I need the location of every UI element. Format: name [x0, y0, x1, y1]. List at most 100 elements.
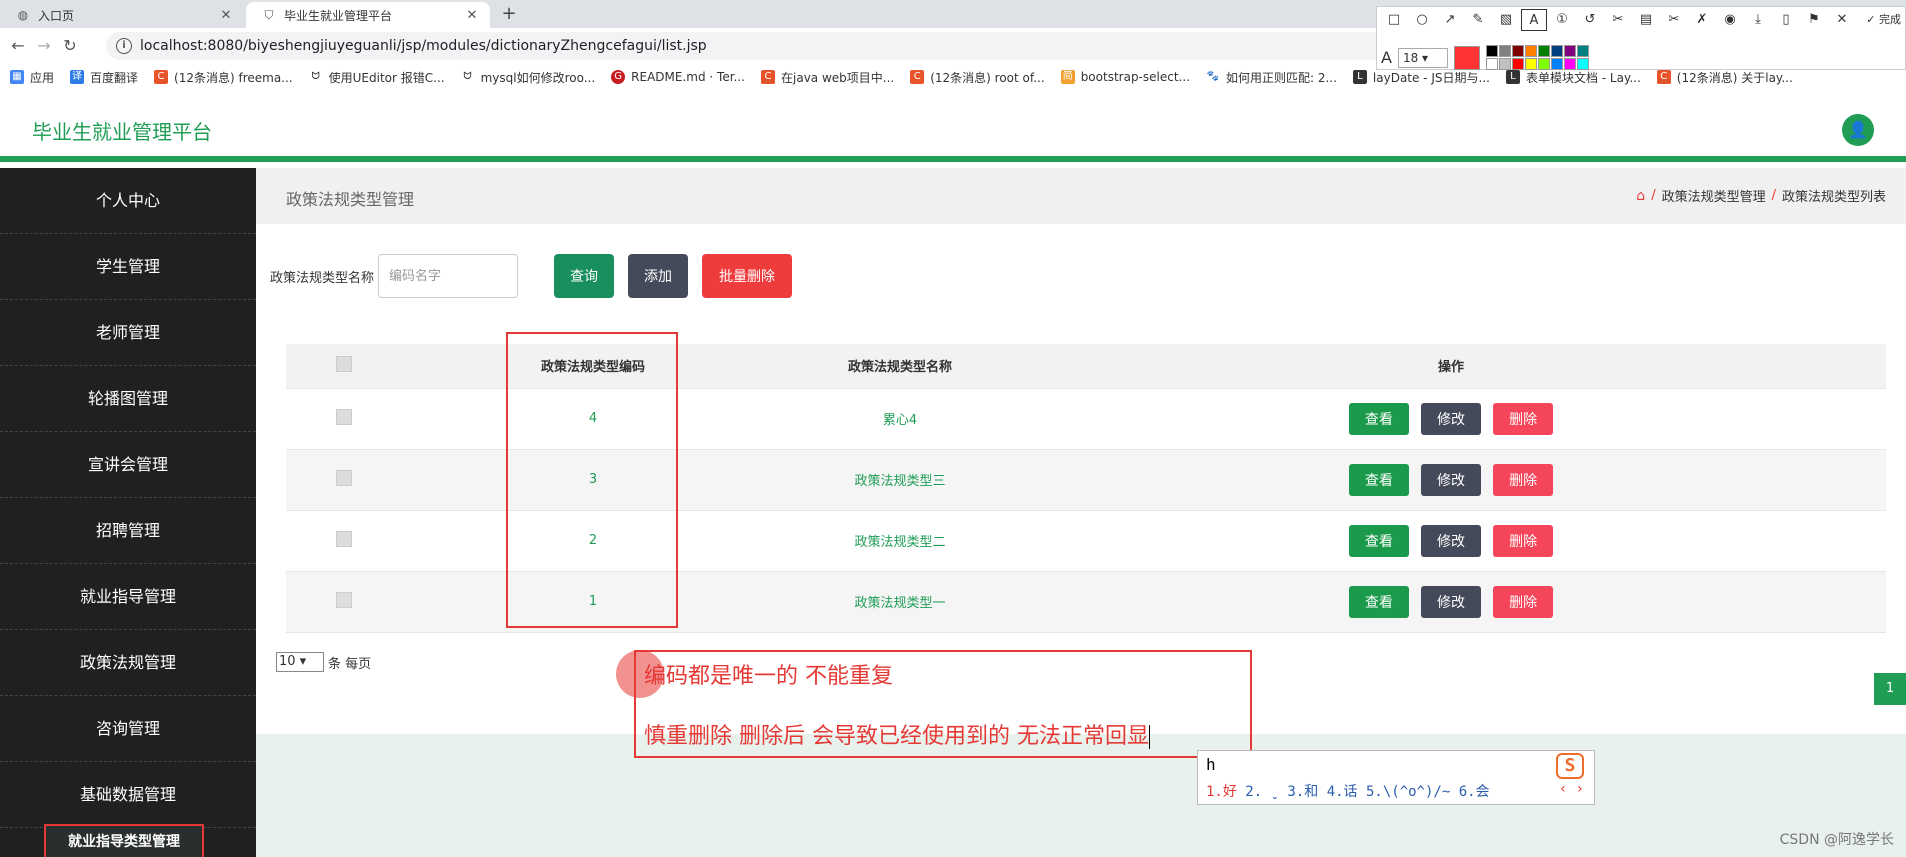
ime-other-candidates[interactable]: 2. ˬ 3.和 4.话 5.\(^o^)/~ 6.会 [1245, 784, 1489, 800]
reload-icon[interactable]: ↻ [60, 36, 80, 56]
download-icon[interactable]: ⤓ [1745, 9, 1771, 31]
color-swatch[interactable] [1485, 45, 1498, 57]
sidebar-item-consultation[interactable]: 咨询管理 [0, 696, 256, 762]
color-swatch[interactable] [1498, 45, 1511, 57]
number-tool-icon[interactable]: ① [1549, 9, 1575, 31]
sidebar-item-teachers[interactable]: 老师管理 [0, 300, 256, 366]
sidebar-item-personal-center[interactable]: 个人中心 [0, 168, 256, 234]
bookmark-item[interactable]: C (12条消息) freema... [154, 69, 293, 86]
bookmark-item[interactable]: 译百度翻译 [70, 69, 138, 86]
mosaic-tool-icon[interactable]: ▧ [1493, 9, 1519, 31]
row-checkbox[interactable] [336, 530, 352, 547]
bookmark-item[interactable]: ᗢ mysql如何修改roo... [460, 69, 595, 86]
back-icon[interactable]: ← [8, 36, 28, 56]
color-swatch[interactable] [1537, 45, 1550, 57]
color-swatch[interactable] [1563, 58, 1576, 70]
url-text[interactable]: localhost:8080/biyeshengjiuyeguanli/jsp/… [140, 32, 707, 60]
color-swatch[interactable] [1563, 45, 1576, 57]
color-swatch[interactable] [1524, 58, 1537, 70]
new-tab-button[interactable]: + [496, 2, 522, 26]
bookmark-item[interactable]: 简 bootstrap-select... [1060, 70, 1190, 84]
color-swatch[interactable] [1550, 58, 1563, 70]
bookmark-item[interactable]: G README.md · Ter... [611, 70, 745, 84]
color-swatch[interactable] [1511, 45, 1524, 57]
rectangle-tool-icon[interactable]: □ [1381, 9, 1407, 31]
bookmark-item[interactable]: L 表单模块文档 - Lay... [1505, 69, 1641, 86]
delete-button[interactable]: 删除 [1493, 524, 1554, 557]
arrow-tool-icon[interactable]: ↗ [1437, 9, 1463, 31]
phone-icon[interactable]: ▯ [1773, 9, 1799, 31]
sidebar-item-policies[interactable]: 政策法规管理 [0, 630, 256, 696]
sidebar-subitem-guidance-types[interactable]: 就业指导类型管理 [44, 824, 204, 857]
edit-button[interactable]: 修改 [1421, 402, 1481, 435]
delete-button[interactable]: 删除 [1493, 585, 1554, 618]
row-checkbox[interactable] [336, 591, 352, 608]
current-color-swatch[interactable] [1453, 45, 1480, 70]
color-swatch[interactable] [1550, 45, 1563, 57]
delete-button[interactable]: 删除 [1493, 402, 1554, 435]
tab-platform[interactable]: ⛉ 毕业生就业管理平台 ✕ [246, 2, 490, 28]
undo-icon[interactable]: ↺ [1577, 9, 1603, 31]
view-button[interactable]: 查看 [1348, 524, 1409, 557]
info-icon[interactable]: i [116, 38, 132, 54]
bookmark-item[interactable]: 🐾 如何用正则匹配: 2... [1205, 69, 1337, 86]
color-swatch[interactable] [1485, 58, 1498, 70]
ime-page-arrows[interactable]: ‹ › [1559, 781, 1584, 797]
close-icon[interactable]: ✕ [464, 8, 480, 23]
color-swatch[interactable] [1537, 58, 1550, 70]
color-swatch[interactable] [1524, 45, 1537, 57]
ime-first-candidate[interactable]: 1.好 [1206, 784, 1237, 800]
color-swatch[interactable] [1511, 58, 1524, 70]
sidebar-item-carousel[interactable]: 轮播图管理 [0, 366, 256, 432]
color-swatch[interactable] [1498, 58, 1511, 70]
view-button[interactable]: 查看 [1348, 402, 1409, 435]
select-all-checkbox[interactable] [336, 355, 352, 372]
bookmark-item[interactable]: ᗢ 使用UEditor 报错C... [308, 69, 445, 86]
search-button[interactable]: 查询 [554, 254, 615, 298]
pin-icon[interactable]: ✗ [1689, 9, 1715, 31]
bulk-delete-button[interactable]: 批量删除 [702, 254, 793, 298]
bookmark-item[interactable]: C (12条消息) 关于lay... [1656, 69, 1793, 86]
crop-tool-icon[interactable]: ✂ [1605, 9, 1631, 31]
add-button[interactable]: 添加 [628, 254, 689, 298]
font-size-select[interactable]: 18 ▾ [1397, 47, 1448, 68]
search-input[interactable] [378, 254, 519, 298]
bookmark-item[interactable]: C (12条消息) root of... [910, 69, 1045, 86]
view-button[interactable]: 查看 [1348, 463, 1409, 496]
home-icon[interactable]: ⌂ [1636, 188, 1645, 204]
view-button[interactable]: 查看 [1348, 585, 1409, 618]
close-icon[interactable]: ✕ [1829, 9, 1855, 31]
sidebar-item-base-data[interactable]: 基础数据管理 [0, 762, 256, 828]
bookmark-item[interactable]: C 在java web项目中... [761, 69, 894, 86]
delete-button[interactable]: 删除 [1493, 463, 1554, 496]
row-checkbox[interactable] [336, 408, 352, 425]
color-swatch[interactable] [1576, 45, 1589, 57]
sidebar-item-career-guidance[interactable]: 就业指导管理 [0, 564, 256, 630]
edit-button[interactable]: 修改 [1421, 463, 1481, 496]
page-size-select[interactable]: 10 ▾ [276, 652, 324, 672]
user-icon[interactable]: 👤 [1842, 114, 1874, 146]
row-checkbox[interactable] [336, 469, 352, 486]
sidebar-item-recruitment[interactable]: 招聘管理 [0, 498, 256, 564]
record-icon[interactable]: ◉ [1717, 9, 1743, 31]
bookmark-icon[interactable]: ⚑ [1801, 9, 1827, 31]
forward-icon[interactable]: → [34, 36, 54, 56]
close-icon[interactable]: ✕ [218, 8, 234, 23]
text-tool-icon[interactable]: A [1521, 9, 1547, 31]
bookmark-item[interactable]: ▦ 应用 [10, 69, 54, 86]
color-swatch[interactable] [1576, 58, 1589, 70]
page-number-button[interactable]: 1 [1874, 673, 1906, 705]
pen-tool-icon[interactable]: ✎ [1465, 9, 1491, 31]
scissors-icon[interactable]: ✂ [1661, 9, 1687, 31]
breadcrumb-item[interactable]: 政策法规类型管理 [1662, 186, 1766, 205]
ellipse-tool-icon[interactable]: ○ [1409, 9, 1435, 31]
tab-entry-page[interactable]: ◍ 入口页 ✕ [0, 2, 244, 28]
bookmark-item[interactable]: LlayDate - JS日期与... [1352, 69, 1490, 86]
edit-button[interactable]: 修改 [1421, 585, 1481, 618]
ime-candidates[interactable]: 1.好 2. ˬ 3.和 4.话 5.\(^o^)/~ 6.会 [1206, 781, 1490, 801]
edit-button[interactable]: 修改 [1421, 524, 1481, 557]
sidebar-item-students[interactable]: 学生管理 [0, 234, 256, 300]
done-button[interactable]: ✓ 完成 [1866, 9, 1901, 31]
ocr-tool-icon[interactable]: ▤ [1633, 9, 1659, 31]
sidebar-item-seminars[interactable]: 宣讲会管理 [0, 432, 256, 498]
